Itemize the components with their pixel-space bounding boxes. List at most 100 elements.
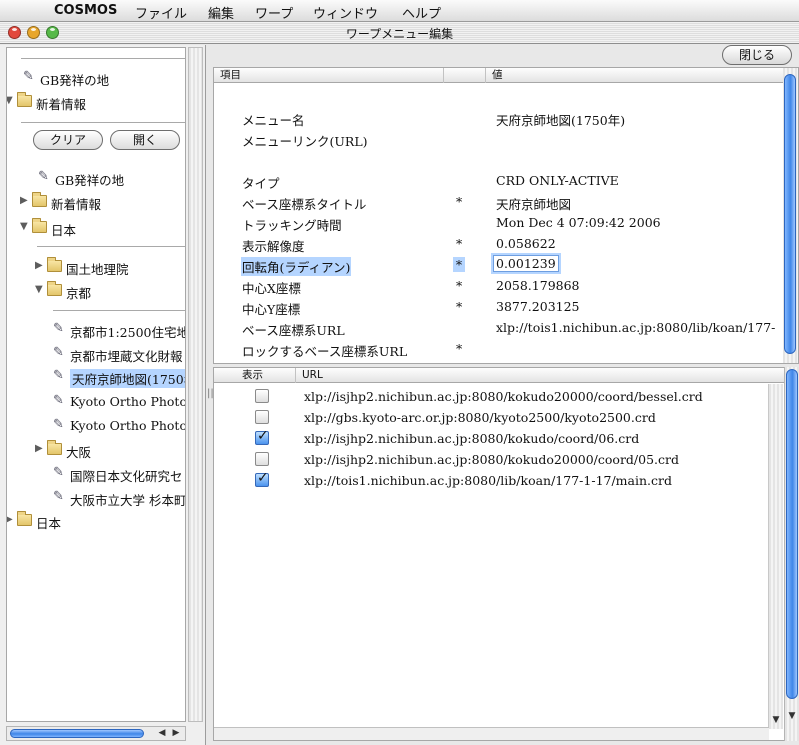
url-list-horizontal-scrollbar[interactable] xyxy=(214,727,769,740)
tree-item[interactable]: ✎ GB発祥の地 xyxy=(11,68,181,89)
tree-item[interactable]: ▼ 京都 xyxy=(35,281,185,301)
column-header-value[interactable]: 値 xyxy=(486,68,785,83)
scroll-thumb[interactable] xyxy=(784,74,796,354)
scroll-thumb[interactable] xyxy=(786,369,798,699)
prop-value[interactable]: 0.058622 xyxy=(496,236,556,251)
url-row[interactable]: xlp://tois1.nichibun.ac.jp:8080/lib/koan… xyxy=(214,470,769,492)
url-list-table: 表示 URL xlp://isjhp2.nichibun.ac.jp:8080/… xyxy=(213,367,799,741)
prop-value[interactable]: xlp://tois1.nichibun.ac.jp:8080/lib/koan… xyxy=(496,320,775,335)
tree-item[interactable]: ▶ 大阪 xyxy=(35,440,185,460)
prop-value[interactable]: CRD ONLY-ACTIVE xyxy=(496,173,619,188)
tree-horizontal-scrollbar[interactable]: ◀ ▶ xyxy=(6,726,186,741)
prop-value-editing[interactable]: 0.001239 xyxy=(493,255,559,272)
disclosure-right-icon[interactable]: ▶ xyxy=(7,514,15,526)
tree-divider xyxy=(37,246,185,247)
disclosure-down-icon[interactable]: ▼ xyxy=(7,95,15,107)
properties-vertical-scrollbar[interactable] xyxy=(783,68,798,363)
prop-name: トラッキング時間 xyxy=(242,218,342,233)
bookmark-icon: ✎ xyxy=(53,321,64,336)
column-header-item[interactable]: 項目 xyxy=(214,68,444,83)
tree-item-label: Kyoto Ortho Photo xyxy=(70,418,186,433)
tree-item[interactable]: ▶ 国土地理院 xyxy=(35,257,185,277)
folder-icon xyxy=(32,192,48,208)
url-row[interactable]: xlp://gbs.kyoto-arc.or.jp:8080/kyoto2500… xyxy=(214,408,769,429)
menu-tree[interactable]: ✎ GB発祥の地 ▼ 新着情報 クリア 開く ✎ GB発祥の地 ▶ 新着情報 ▼… xyxy=(6,47,186,722)
tree-vertical-scrollbar[interactable] xyxy=(188,47,203,722)
column-header-show[interactable]: 表示 xyxy=(214,368,296,383)
tree-item[interactable]: ✎ Kyoto Ortho Photo xyxy=(41,392,185,412)
prop-name: タイプ xyxy=(242,176,280,191)
tree-item[interactable]: ▶ 新着情報 xyxy=(20,192,185,212)
tree-item[interactable]: ✎ Kyoto Ortho Photo xyxy=(41,416,186,436)
disclosure-down-icon[interactable]: ▼ xyxy=(20,221,30,233)
url-list-vertical-scrollbar[interactable]: ▼ xyxy=(768,384,783,729)
url-row[interactable]: xlp://isjhp2.nichibun.ac.jp:8080/kokudo/… xyxy=(214,428,769,450)
bookmark-icon: ✎ xyxy=(53,393,64,408)
prop-name: ベース座標系URL xyxy=(242,323,345,338)
prop-required-star: * xyxy=(456,194,463,209)
prop-name: 中心X座標 xyxy=(242,281,301,296)
close-button[interactable]: 閉じる xyxy=(722,45,792,65)
prop-value[interactable]: 天府京師地図 xyxy=(496,194,571,213)
column-header-star[interactable] xyxy=(444,68,486,83)
column-header-url[interactable]: URL xyxy=(296,368,784,383)
scroll-left-icon[interactable]: ◀ xyxy=(156,727,168,740)
url-text: xlp://tois1.nichibun.ac.jp:8080/lib/koan… xyxy=(304,473,672,488)
scroll-down-icon[interactable]: ▼ xyxy=(770,714,782,727)
tree-item-selected[interactable]: ✎ 天府京師地図(1750年 xyxy=(41,367,185,388)
tree-item[interactable]: ✎ 国際日本文化研究セ xyxy=(41,464,185,485)
prop-value[interactable]: Mon Dec 4 07:09:42 2006 xyxy=(496,215,661,230)
menu-tree-pane: ✎ GB発祥の地 ▼ 新着情報 クリア 開く ✎ GB発祥の地 ▶ 新着情報 ▼… xyxy=(0,45,206,745)
tree-item[interactable]: ✎ 大阪市立大学 杉本町 xyxy=(41,488,185,509)
window-title: ワープメニュー編集 xyxy=(345,27,454,41)
show-checkbox[interactable] xyxy=(255,389,269,403)
menu-help[interactable]: ヘルプ xyxy=(402,3,441,22)
tree-item[interactable]: ▶ 日本 xyxy=(7,511,181,531)
disclosure-right-icon[interactable]: ▶ xyxy=(20,195,30,207)
disclosure-right-icon[interactable]: ▶ xyxy=(35,260,45,272)
url-row[interactable]: xlp://isjhp2.nichibun.ac.jp:8080/kokudo2… xyxy=(214,387,769,408)
menu-warp[interactable]: ワープ xyxy=(255,3,293,22)
menu-edit[interactable]: 編集 xyxy=(208,3,234,22)
tree-item[interactable]: ✎ 京都市1:2500住宅地 xyxy=(41,320,185,341)
clear-button[interactable]: クリア xyxy=(33,130,103,150)
tree-divider xyxy=(185,128,186,158)
menu-file[interactable]: ファイル xyxy=(135,3,187,22)
folder-icon xyxy=(47,281,63,297)
tree-item[interactable]: ▼ 日本 xyxy=(20,218,185,238)
show-checkbox[interactable] xyxy=(255,410,269,424)
tree-item[interactable]: ✎ 京都市埋蔵文化財報 xyxy=(41,344,185,365)
prop-value[interactable]: 2058.179868 xyxy=(496,278,580,293)
show-checkbox[interactable] xyxy=(255,452,269,466)
bookmark-icon: ✎ xyxy=(53,489,64,504)
scroll-down-icon[interactable]: ▼ xyxy=(786,710,798,723)
disclosure-right-icon[interactable]: ▶ xyxy=(35,443,45,455)
tree-divider xyxy=(21,58,185,59)
scroll-right-icon[interactable]: ▶ xyxy=(170,727,182,740)
scroll-thumb[interactable] xyxy=(10,729,144,738)
url-row[interactable]: xlp://isjhp2.nichibun.ac.jp:8080/kokudo2… xyxy=(214,450,769,471)
tree-item-label: 国土地理院 xyxy=(66,262,129,277)
url-list-header: 表示 URL xyxy=(214,368,784,383)
folder-icon xyxy=(47,257,63,273)
open-button[interactable]: 開く xyxy=(110,130,180,150)
prop-required-star: * xyxy=(456,278,463,293)
tree-divider xyxy=(53,310,185,311)
tree-item[interactable]: ▼ 新着情報 xyxy=(7,92,181,112)
tree-item-label: 日本 xyxy=(36,516,62,531)
show-checkbox-checked[interactable] xyxy=(255,428,269,445)
properties-header: 項目 値 xyxy=(214,68,785,83)
menu-window[interactable]: ウィンドウ xyxy=(313,3,378,22)
prop-name: ロックするベース座標系URL xyxy=(242,344,408,359)
panel-vertical-scrollbar[interactable]: ▼ xyxy=(784,367,799,741)
disclosure-down-icon[interactable]: ▼ xyxy=(35,284,45,296)
bookmark-icon: ✎ xyxy=(38,169,49,184)
tree-divider xyxy=(21,122,185,123)
show-checkbox-checked[interactable] xyxy=(255,470,269,487)
prop-value[interactable]: 天府京師地図(1750年) xyxy=(496,110,625,129)
prop-value[interactable]: 3877.203125 xyxy=(496,299,580,314)
menu-app-name[interactable]: COSMOS xyxy=(54,3,117,18)
tree-item[interactable]: ✎ GB発祥の地 xyxy=(26,168,185,189)
prop-name: メニュー名 xyxy=(242,113,305,128)
prop-name: 中心Y座標 xyxy=(242,302,301,317)
